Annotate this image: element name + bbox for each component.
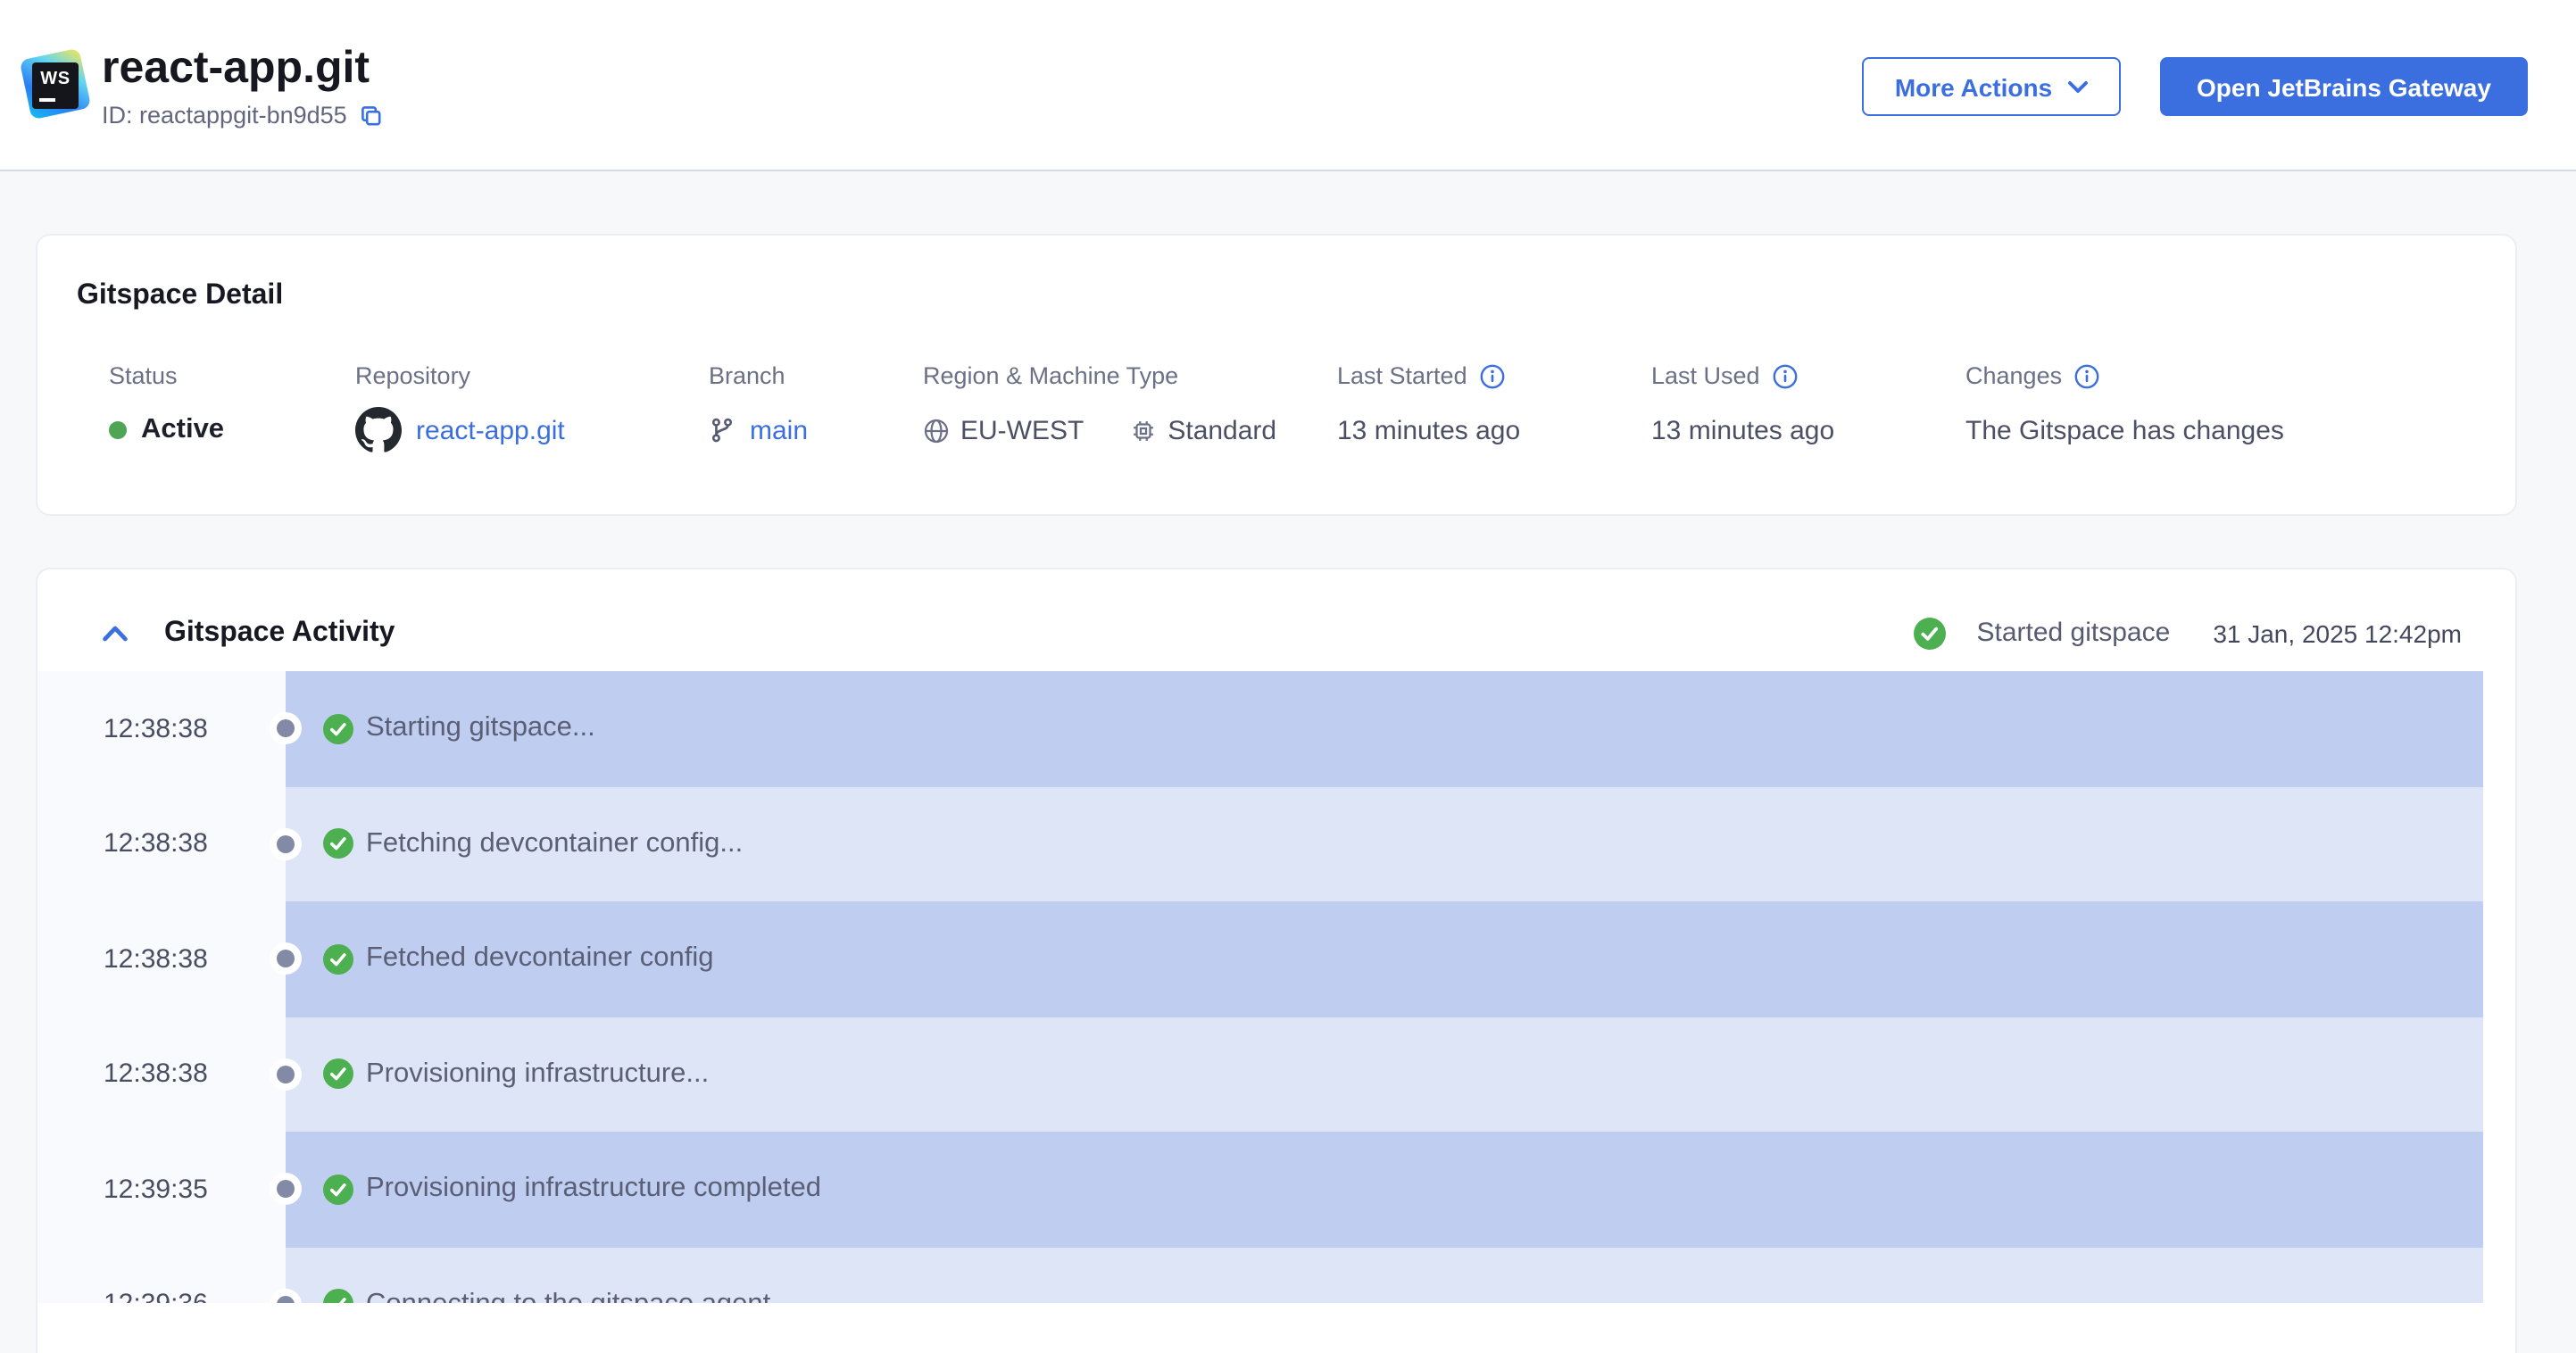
chevron-up-icon xyxy=(103,625,128,641)
machine-type-value: Standard xyxy=(1168,415,1277,445)
title-block: react-app.git ID: reactappgit-bn9d55 xyxy=(102,43,385,129)
activity-timestamp: 31 Jan, 2025 12:42pm xyxy=(2213,618,2462,647)
log-message: Starting gitspace... xyxy=(366,712,595,743)
github-icon xyxy=(355,407,402,452)
log-time: 12:39:35 xyxy=(104,1174,208,1205)
check-circle-icon xyxy=(323,828,353,859)
info-icon[interactable] xyxy=(1480,363,1505,388)
git-branch-icon xyxy=(711,418,733,443)
webstorm-icon: WS xyxy=(19,47,92,120)
field-last-started: Last Started 13 minutes ago xyxy=(1337,362,1520,453)
log-row[interactable]: 12:39:35 Provisioning infrastructure com… xyxy=(37,1132,2483,1247)
last-started-value: 13 minutes ago xyxy=(1337,415,1521,445)
repository-link[interactable]: react-app.git xyxy=(416,415,565,445)
gitspace-detail-card: Gitspace Detail Status Active Repository… xyxy=(36,234,2517,516)
activity-log-list: 12:38:38 Starting gitspace... 12:38:38 F… xyxy=(37,671,2483,1303)
log-time-column: 12:39:36 xyxy=(37,1247,286,1303)
log-message: Provisioning infrastructure completed xyxy=(366,1173,822,1204)
last-used-label: Last Used xyxy=(1651,362,1760,389)
status-dot-icon xyxy=(109,421,127,439)
page-title: react-app.git xyxy=(102,43,370,93)
branch-label: Branch xyxy=(709,362,785,389)
detail-card-title: Gitspace Detail xyxy=(77,280,284,311)
field-branch: Branch main xyxy=(709,362,808,453)
globe-icon xyxy=(924,418,949,443)
check-circle-icon xyxy=(323,1058,353,1090)
log-time: 12:38:38 xyxy=(104,1058,208,1090)
check-circle-icon xyxy=(323,713,353,744)
last-used-value: 13 minutes ago xyxy=(1651,415,1835,445)
check-circle-icon xyxy=(323,1289,353,1303)
log-row-body: Provisioning infrastructure... xyxy=(277,1017,2483,1132)
log-time: 12:38:38 xyxy=(104,713,208,744)
status-label: Status xyxy=(109,362,178,389)
log-row-body: Provisioning infrastructure completed xyxy=(277,1132,2483,1247)
log-row[interactable]: 12:38:38 Provisioning infrastructure... xyxy=(37,1017,2483,1132)
info-icon[interactable] xyxy=(1773,363,1798,388)
log-row-body: Fetching devcontainer config... xyxy=(277,786,2483,901)
check-circle-icon xyxy=(323,1174,353,1205)
log-time: 12:38:38 xyxy=(104,828,208,859)
check-circle-icon xyxy=(323,943,353,975)
region-value: EU-WEST xyxy=(960,415,1084,445)
timeline-dot-icon xyxy=(277,950,295,968)
page: WS react-app.git ID: reactappgit-bn9d55 … xyxy=(0,0,2576,1353)
repository-label: Repository xyxy=(355,362,471,389)
activity-title: Gitspace Activity xyxy=(164,617,395,647)
check-circle-icon xyxy=(1914,617,1947,649)
changes-label: Changes xyxy=(1965,362,2063,389)
collapse-activity-button[interactable] xyxy=(102,624,129,642)
header-actions: More Actions Open JetBrains Gateway xyxy=(1862,57,2528,116)
log-row-body: Connecting to the gitspace agent xyxy=(277,1247,2483,1304)
field-last-used: Last Used 13 minutes ago xyxy=(1651,362,1834,453)
cpu-icon xyxy=(1134,420,1154,440)
log-time-column: 12:38:38 xyxy=(37,786,286,901)
activity-status-text: Started gitspace xyxy=(1976,618,2171,648)
gitspace-activity-card: Gitspace Activity Started gitspace 31 Ja… xyxy=(36,568,2517,1353)
gitspace-id: ID: reactappgit-bn9d55 xyxy=(102,102,347,129)
field-region-machine: Region & Machine Type EU-WEST Standard xyxy=(923,362,1276,453)
timeline-dot-icon xyxy=(277,719,295,738)
activity-header: Gitspace Activity Started gitspace 31 Ja… xyxy=(37,569,2515,671)
region-machine-label: Region & Machine Type xyxy=(923,362,1179,389)
log-message: Fetching devcontainer config... xyxy=(366,827,744,859)
status-value: Active xyxy=(141,414,225,444)
log-time: 12:38:38 xyxy=(104,943,208,975)
info-icon[interactable] xyxy=(2074,363,2099,388)
log-message: Provisioning infrastructure... xyxy=(366,1058,710,1089)
field-repository: Repository react-app.git xyxy=(355,362,565,453)
top-header: WS react-app.git ID: reactappgit-bn9d55 … xyxy=(0,0,2576,171)
last-started-label: Last Started xyxy=(1337,362,1467,389)
log-row-body: Starting gitspace... xyxy=(277,671,2483,786)
branch-link[interactable]: main xyxy=(750,415,808,445)
timeline-dot-icon xyxy=(277,834,295,853)
more-actions-button[interactable]: More Actions xyxy=(1862,57,2121,116)
chevron-down-icon xyxy=(2067,80,2088,92)
changes-value: The Gitspace has changes xyxy=(1965,415,2284,445)
field-changes: Changes The Gitspace has changes xyxy=(1965,362,2284,453)
log-row[interactable]: 12:38:38 Fetched devcontainer config xyxy=(37,901,2483,1017)
more-actions-label: More Actions xyxy=(1894,72,2053,101)
log-message: Connecting to the gitspace agent xyxy=(366,1289,770,1304)
log-row[interactable]: 12:38:38 Starting gitspace... xyxy=(37,671,2483,786)
open-jetbrains-gateway-button[interactable]: Open JetBrains Gateway xyxy=(2160,57,2528,116)
field-status: Status Active xyxy=(109,362,224,453)
copy-icon[interactable] xyxy=(360,103,385,128)
log-message: Fetched devcontainer config xyxy=(366,942,714,974)
log-row[interactable]: 12:38:38 Fetching devcontainer config... xyxy=(37,786,2483,901)
timeline-dot-icon xyxy=(277,1065,295,1083)
log-row[interactable]: 12:39:36 Connecting to the gitspace agen… xyxy=(37,1247,2483,1303)
open-gateway-label: Open JetBrains Gateway xyxy=(2197,72,2491,101)
log-row-body: Fetched devcontainer config xyxy=(277,901,2483,1017)
log-time-column: 12:38:38 xyxy=(37,1017,286,1132)
log-time: 12:39:36 xyxy=(104,1290,208,1304)
timeline-dot-icon xyxy=(277,1180,295,1199)
log-time-column: 12:39:35 xyxy=(37,1132,286,1247)
log-time-column: 12:38:38 xyxy=(37,671,286,786)
log-time-column: 12:38:38 xyxy=(37,901,286,1017)
